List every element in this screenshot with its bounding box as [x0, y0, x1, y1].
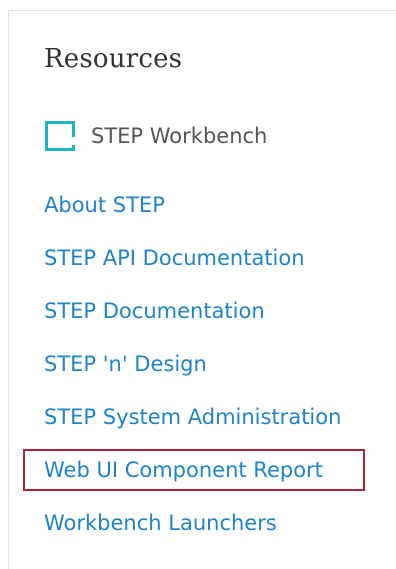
link-step-documentation[interactable]: STEP Documentation — [44, 291, 265, 331]
step-workbench-label: STEP Workbench — [91, 124, 268, 148]
resources-heading: Resources — [44, 44, 183, 74]
resources-panel: Resources STEP Workbench About STEP STEP… — [8, 10, 396, 569]
step-workbench-item[interactable]: STEP Workbench — [45, 118, 267, 154]
link-web-ui-component-report[interactable]: Web UI Component Report — [44, 450, 323, 490]
link-workbench-launchers[interactable]: Workbench Launchers — [44, 503, 277, 543]
link-step-api-documentation[interactable]: STEP API Documentation — [44, 238, 305, 278]
link-about-step[interactable]: About STEP — [44, 185, 165, 225]
link-step-n-design[interactable]: STEP 'n' Design — [44, 344, 207, 384]
workbench-icon — [45, 121, 75, 151]
link-step-system-administration[interactable]: STEP System Administration — [44, 397, 341, 437]
